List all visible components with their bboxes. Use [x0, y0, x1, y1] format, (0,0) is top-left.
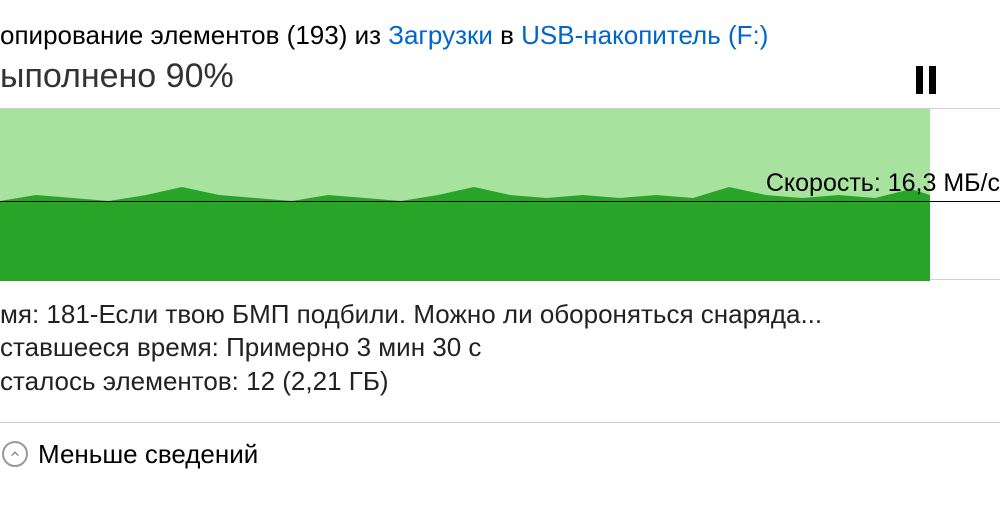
pause-button[interactable] [916, 66, 936, 94]
time-remaining-value: Примерно 3 мин 30 с [226, 332, 481, 362]
transfer-details: мя: 181-Если твою БМП подбили. Можно ли … [0, 280, 1000, 398]
source-folder-link[interactable]: Загрузки [388, 20, 493, 50]
operation-description: опирование элементов (193) из Загрузки в… [0, 0, 1000, 55]
current-file-name: 181-Если твою БМП подбили. Можно ли обор… [46, 299, 822, 329]
name-label: мя: [0, 299, 46, 329]
speed-chart: Скорость: 16,3 МБ/с [0, 108, 1000, 280]
destination-folder-link[interactable]: USB-накопитель (F:) [521, 20, 768, 50]
operation-prefix: опирование элементов (193) из [0, 20, 388, 50]
operation-mid: в [493, 20, 521, 50]
chevron-up-icon [2, 441, 28, 467]
speed-label: Скорость: 16,3 МБ/с [758, 169, 1000, 198]
items-remaining-label: сталось элементов: [0, 366, 246, 396]
time-remaining-label: ставшееся время: [0, 332, 226, 362]
items-remaining-value: 12 (2,21 ГБ) [246, 366, 388, 396]
fewer-details-label: Меньше сведений [38, 439, 258, 470]
progress-percent: ыполнено 90% [0, 55, 234, 104]
current-speed-line [0, 201, 1000, 202]
fewer-details-toggle[interactable]: Меньше сведений [0, 423, 1000, 470]
